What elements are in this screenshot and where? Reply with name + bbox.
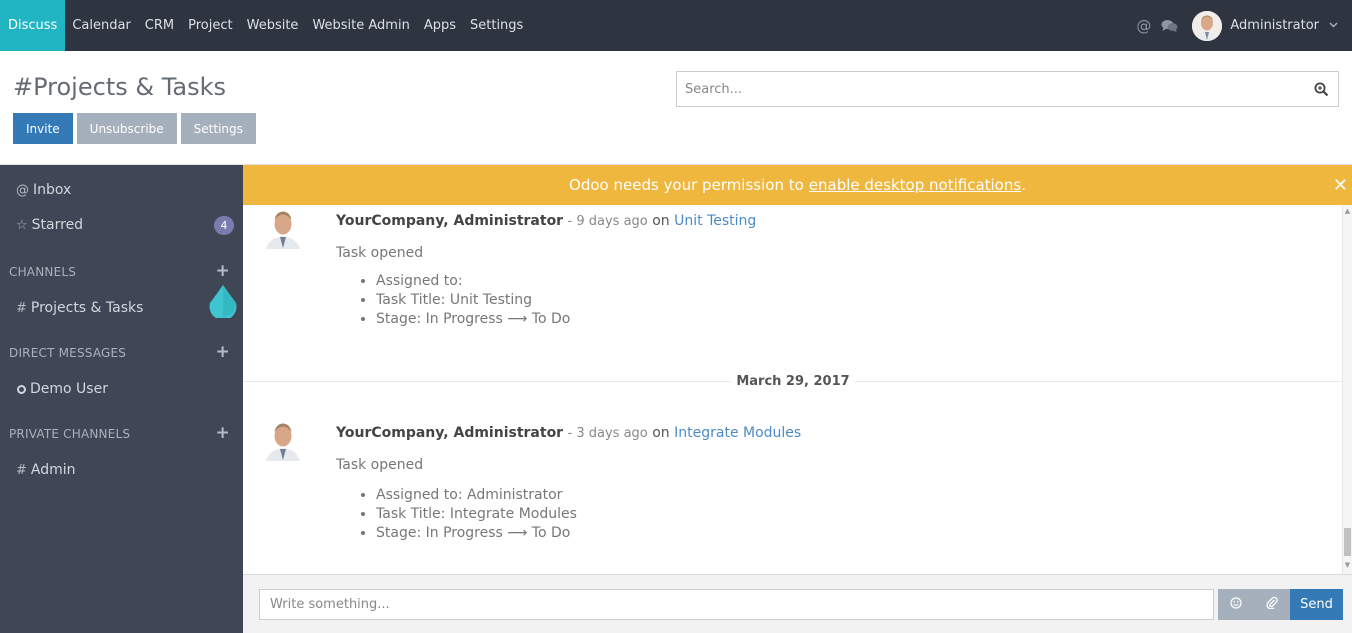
sidebar-item-label: Projects & Tasks	[30, 300, 144, 316]
scrollbar-thumb[interactable]	[1344, 528, 1351, 556]
message-header: YourCompany, Administrator - 3 days ago …	[336, 425, 801, 441]
invite-button[interactable]: Invite	[13, 113, 73, 144]
control-panel: #Projects & Tasks Invite Unsubscribe Set…	[0, 51, 1352, 165]
avatar	[1192, 10, 1223, 41]
scroll-down-icon[interactable]: ▼	[1343, 561, 1352, 569]
add-private-channel-icon[interactable]: +	[216, 424, 230, 442]
composer-input[interactable]	[259, 589, 1214, 620]
message-body: Task opened	[336, 245, 424, 261]
message-record-link[interactable]: Unit Testing	[674, 213, 756, 229]
app-menu-settings[interactable]: Settings	[463, 0, 530, 51]
message-header: YourCompany, Administrator - 9 days ago …	[336, 213, 756, 229]
paperclip-icon	[1266, 596, 1278, 613]
sidebar-item-admin[interactable]: # Admin	[0, 455, 243, 485]
section-label: DIRECT MESSAGES	[9, 346, 127, 360]
hash-icon: #	[16, 462, 27, 478]
channel-buttons: Invite Unsubscribe Settings	[13, 113, 256, 144]
search-input[interactable]	[677, 72, 1304, 106]
message-record-link[interactable]: Integrate Modules	[674, 425, 801, 441]
message-date: - 3 days ago	[567, 426, 648, 441]
message-author[interactable]: YourCompany, Administrator	[336, 425, 563, 441]
tracking-values: Assigned to: Administrator Task Title: I…	[336, 486, 577, 543]
chevron-down-icon	[1329, 20, 1338, 31]
message-thread: YourCompany, Administrator - 9 days ago …	[243, 205, 1342, 574]
app-menu-website-admin[interactable]: Website Admin	[305, 0, 416, 51]
at-icon: @	[16, 182, 29, 198]
list-item: Task Title: Unit Testing	[376, 291, 570, 310]
chat-bubbles-icon[interactable]	[1161, 19, 1178, 33]
list-item: Stage: In Progress ⟶ To Do	[376, 310, 570, 329]
emoji-button[interactable]	[1218, 589, 1254, 620]
channels-header: CHANNELS +	[0, 260, 243, 284]
top-navbar: Discuss Calendar CRM Project Website Web…	[0, 0, 1352, 51]
tracking-values: Assigned to: Task Title: Unit Testing St…	[336, 272, 570, 329]
direct-messages-header: DIRECT MESSAGES +	[0, 341, 243, 365]
sidebar-item-label: Starred	[31, 217, 84, 233]
app-menu-apps[interactable]: Apps	[417, 0, 463, 51]
smiley-icon	[1230, 596, 1242, 613]
notification-text: Odoo needs your permission to	[569, 176, 804, 194]
list-item: Stage: In Progress ⟶ To Do	[376, 524, 577, 543]
message-body: Task opened	[336, 457, 424, 473]
sidebar-item-projects-tasks[interactable]: # Projects & Tasks	[0, 293, 243, 323]
enable-notifications-link[interactable]: enable desktop notifications	[809, 176, 1021, 194]
send-button[interactable]: Send	[1290, 589, 1343, 620]
discuss-sidebar: @ Inbox ☆ Starred 4 CHANNELS + # Project…	[0, 165, 243, 633]
message-composer: Send	[243, 574, 1352, 633]
hash-icon: #	[16, 300, 27, 316]
sidebar-item-label: Admin	[30, 462, 76, 478]
sidebar-item-starred[interactable]: ☆ Starred 4	[0, 210, 243, 240]
author-avatar[interactable]	[262, 207, 304, 249]
app-menu-calendar[interactable]: Calendar	[65, 0, 137, 51]
message-author[interactable]: YourCompany, Administrator	[336, 213, 563, 229]
add-direct-message-icon[interactable]: +	[216, 343, 230, 361]
message-on: on	[652, 425, 670, 441]
app-menu-crm[interactable]: CRM	[138, 0, 181, 51]
channel-settings-button[interactable]: Settings	[180, 113, 256, 144]
close-icon[interactable]: ✕	[1333, 175, 1348, 196]
page-title: #Projects & Tasks	[13, 73, 226, 101]
attach-button[interactable]	[1254, 589, 1290, 620]
user-menu[interactable]: Administrator	[1192, 10, 1338, 41]
star-icon: ☆	[16, 217, 28, 233]
sidebar-item-label: Demo User	[30, 381, 108, 397]
app-menu-discuss[interactable]: Discuss	[0, 0, 66, 51]
author-avatar[interactable]	[262, 419, 304, 461]
list-item: Assigned to:	[376, 272, 570, 291]
at-icon[interactable]: @	[1136, 17, 1151, 35]
notification-suffix: .	[1021, 176, 1026, 194]
search-icon[interactable]	[1304, 82, 1338, 97]
sidebar-item-inbox[interactable]: @ Inbox	[0, 175, 243, 205]
list-item: Task Title: Integrate Modules	[376, 505, 577, 524]
section-label: PRIVATE CHANNELS	[9, 427, 131, 441]
offline-status-icon	[17, 384, 26, 394]
app-menu-website[interactable]: Website	[240, 0, 306, 51]
navbar-systray: @ Administrator	[1136, 0, 1338, 51]
sidebar-item-demo-user[interactable]: Demo User	[0, 374, 243, 404]
list-item: Assigned to: Administrator	[376, 486, 577, 505]
private-channels-header: PRIVATE CHANNELS +	[0, 422, 243, 446]
scroll-up-icon[interactable]: ▲	[1343, 207, 1352, 215]
thread-scrollbar[interactable]: ▲ ▼	[1342, 205, 1352, 574]
message-on: on	[652, 213, 670, 229]
sidebar-item-label: Inbox	[33, 182, 72, 198]
starred-count-badge: 4	[214, 216, 234, 235]
add-channel-icon[interactable]: +	[216, 262, 230, 280]
section-label: CHANNELS	[9, 265, 77, 279]
unsubscribe-button[interactable]: Unsubscribe	[76, 113, 177, 144]
date-separator: March 29, 2017	[731, 371, 855, 391]
search-box	[676, 71, 1339, 107]
user-name: Administrator	[1230, 18, 1319, 33]
message-date: - 9 days ago	[567, 214, 648, 229]
water-drop-icon	[208, 284, 238, 321]
desktop-notification-banner: Odoo needs your permission to enable des…	[243, 165, 1352, 205]
app-menu-project[interactable]: Project	[181, 0, 239, 51]
